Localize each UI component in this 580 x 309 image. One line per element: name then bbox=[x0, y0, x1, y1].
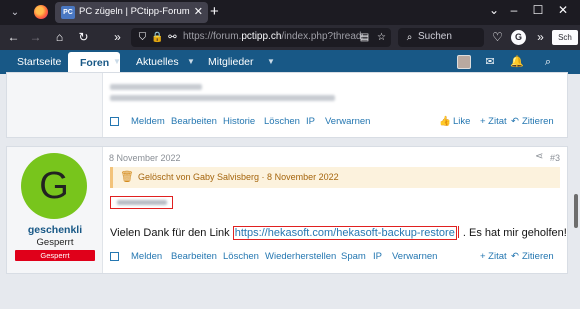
search-icon: ⌕ bbox=[406, 32, 413, 43]
like-thumb-icon[interactable]: 👍 bbox=[439, 115, 451, 129]
shield-icon[interactable]: ⛉ bbox=[135, 30, 150, 45]
tab-close-icon[interactable]: ✕ bbox=[194, 5, 203, 18]
browser-tab-active[interactable]: PC PC zügeln | PCtipp-Forum ✕ bbox=[55, 2, 208, 23]
blurred-text bbox=[110, 95, 335, 101]
post-link[interactable]: https://hekasoft.com/hekasoft-backup-res… bbox=[232, 226, 457, 240]
extension-g-icon[interactable]: G bbox=[511, 30, 526, 45]
extension-sch-icon[interactable]: Sch bbox=[552, 30, 578, 45]
minimize-icon[interactable]: – bbox=[504, 3, 524, 17]
reader-icon[interactable]: ⌂ bbox=[52, 30, 67, 45]
post-body: Vielen Dank für den Link https://hekasof… bbox=[110, 226, 567, 240]
select-checkbox[interactable] bbox=[110, 252, 119, 261]
browser-toolbar: ← → ⌂ ↻ » ⛉ 🔒 ⚯ https://forum.pctipp.ch/… bbox=[0, 25, 580, 50]
history-link[interactable]: Historie bbox=[223, 115, 255, 129]
nav-foren-caret-icon[interactable]: ▼ bbox=[113, 50, 121, 74]
nav-startseite[interactable]: Startseite bbox=[17, 50, 61, 74]
new-tab-icon[interactable]: + bbox=[210, 4, 219, 19]
post-actions: Meldem Bearbeiten Historie Löschen IP Ve… bbox=[7, 115, 567, 129]
post-actions: Melden Bearbeiten Löschen Wiederherstell… bbox=[7, 250, 567, 264]
deleted-notice-text: Gelöscht von Gaby Salvisberg · 8 Novembe… bbox=[138, 172, 339, 182]
multi-quote-link[interactable]: + Zitat bbox=[480, 115, 507, 129]
nav-mitglieder[interactable]: Mitglieder bbox=[208, 50, 254, 74]
post-deleted: G geschenkli Gesperrt Gesperrt 8 Novembe… bbox=[6, 146, 568, 274]
pocket-icon[interactable]: ♡ bbox=[490, 30, 505, 45]
delete-link[interactable]: Löschen bbox=[223, 250, 259, 264]
more-tools-icon[interactable]: » bbox=[533, 30, 548, 45]
nav-aktuelles[interactable]: Aktuelles bbox=[136, 50, 179, 74]
reload-icon[interactable]: ↻ bbox=[76, 30, 91, 45]
deleted-notice: 🗑 Gelöscht von Gaby Salvisberg · 8 Novem… bbox=[110, 167, 560, 188]
like-link[interactable]: Like bbox=[453, 115, 470, 129]
bell-icon[interactable]: 🔔 bbox=[509, 54, 525, 70]
report-link[interactable]: Meldem bbox=[131, 115, 165, 129]
browser-tab-strip: ⌄ PC PC zügeln | PCtipp-Forum ✕ + ⌄ – ☐ … bbox=[0, 0, 580, 25]
reader-view-icon[interactable]: ▤ bbox=[357, 30, 372, 45]
forward-icon[interactable]: → bbox=[28, 30, 43, 45]
avatar[interactable]: G bbox=[21, 153, 87, 219]
search-box[interactable]: ⌕ Suchen bbox=[398, 28, 484, 47]
trash-icon: 🗑 bbox=[120, 171, 134, 183]
blurred-text bbox=[110, 84, 202, 90]
post-number[interactable]: #3 bbox=[550, 153, 560, 163]
maximize-icon[interactable]: ☐ bbox=[528, 3, 548, 17]
edit-link[interactable]: Bearbeiten bbox=[171, 250, 217, 264]
url-text: https://forum.pctipp.ch/index.php?thread… bbox=[183, 31, 363, 42]
tab-list-icon[interactable]: ⌄ bbox=[8, 6, 22, 20]
back-icon[interactable]: ← bbox=[6, 30, 21, 45]
text-caret bbox=[457, 226, 459, 238]
page-content: Meldem Bearbeiten Historie Löschen IP Ve… bbox=[0, 72, 580, 309]
post-date[interactable]: 8 November 2022 bbox=[109, 153, 181, 163]
quote-icon[interactable]: ↶ bbox=[511, 115, 519, 129]
inbox-icon[interactable]: ✉ bbox=[482, 54, 498, 70]
scrollbar-thumb[interactable] bbox=[574, 194, 578, 228]
user-title: Gesperrt bbox=[36, 237, 74, 248]
overflow-chevron-icon[interactable]: » bbox=[110, 30, 125, 45]
quote-icon[interactable]: ↶ bbox=[511, 250, 519, 264]
nav-mitglieder-caret-icon[interactable]: ▼ bbox=[267, 50, 275, 74]
tab-overflow-icon[interactable]: ⌄ bbox=[484, 3, 504, 17]
search-placeholder: Suchen bbox=[418, 31, 452, 42]
edit-link[interactable]: Bearbeiten bbox=[171, 115, 217, 129]
redacted-quote bbox=[110, 196, 173, 209]
share-icon[interactable]: ⋖ bbox=[535, 151, 543, 162]
delete-link[interactable]: Löschen bbox=[264, 115, 300, 129]
tab-title: PC zügeln | PCtipp-Forum bbox=[79, 6, 190, 17]
username[interactable]: geschenkli bbox=[7, 224, 103, 236]
permissions-icon[interactable]: ⚯ bbox=[165, 30, 180, 45]
user-avatar[interactable] bbox=[457, 55, 471, 69]
quote-link[interactable]: Zitieren bbox=[522, 115, 554, 129]
select-checkbox[interactable] bbox=[110, 117, 119, 126]
undelete-link[interactable]: Wiederherstellen bbox=[265, 250, 336, 264]
nav-aktuelles-caret-icon[interactable]: ▼ bbox=[187, 50, 195, 74]
warn-link[interactable]: Verwarnen bbox=[325, 115, 370, 129]
report-link[interactable]: Melden bbox=[131, 250, 162, 264]
warn-link[interactable]: Verwarnen bbox=[392, 250, 437, 264]
ip-link[interactable]: IP bbox=[306, 115, 315, 129]
url-bar[interactable]: ⛉ 🔒 ⚯ https://forum.pctipp.ch/index.php?… bbox=[131, 28, 391, 47]
lock-icon[interactable]: 🔒 bbox=[150, 30, 165, 45]
forum-navigation: Startseite Foren ▼ Aktuelles ▼ Mitgliede… bbox=[0, 50, 580, 74]
page-scrollbar[interactable] bbox=[572, 74, 580, 309]
multi-quote-link[interactable]: + Zitat bbox=[480, 250, 507, 264]
pctipp-favicon-icon: PC bbox=[61, 6, 75, 19]
firefox-icon bbox=[34, 5, 48, 19]
post-previous: Meldem Bearbeiten Historie Löschen IP Ve… bbox=[6, 72, 568, 138]
window-close-icon[interactable]: ✕ bbox=[553, 3, 573, 17]
quote-link[interactable]: Zitieren bbox=[522, 250, 554, 264]
bookmark-star-icon[interactable]: ☆ bbox=[374, 30, 389, 45]
spam-link[interactable]: Spam bbox=[341, 250, 366, 264]
ip-link[interactable]: IP bbox=[373, 250, 382, 264]
blurred-text bbox=[117, 200, 167, 205]
search-icon[interactable]: ⌕ bbox=[540, 54, 556, 70]
